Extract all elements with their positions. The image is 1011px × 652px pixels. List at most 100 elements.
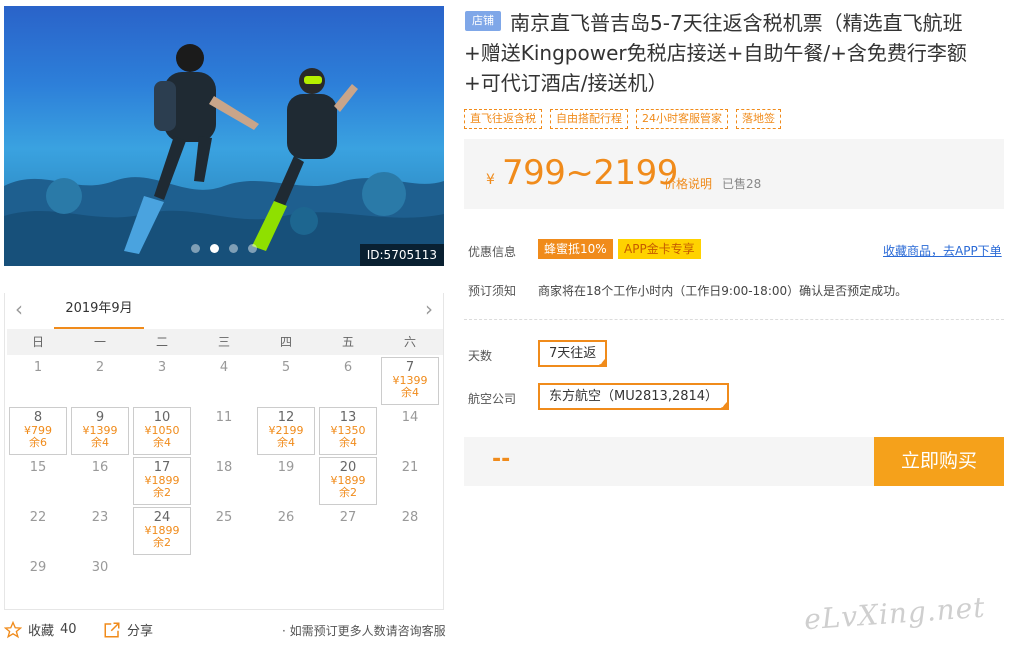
purchase-bar: -- 立即购买 — [464, 437, 1004, 486]
calendar-day-available[interactable]: 9 ¥1399 余4 — [71, 407, 129, 455]
day-number: 6 — [343, 360, 353, 375]
carousel-dot[interactable] — [248, 244, 257, 253]
day-number: 10 — [153, 410, 171, 425]
calendar-day-available[interactable]: 10 ¥1050 余4 — [133, 407, 191, 455]
calendar-day: 2 — [69, 357, 131, 407]
calendar-day-available[interactable]: 8 ¥799 余6 — [9, 407, 67, 455]
day-number: 26 — [277, 510, 295, 525]
day-number: 4 — [219, 360, 229, 375]
chevron-left-icon[interactable]: ‹ — [9, 295, 29, 323]
calendar-day-available[interactable]: 13 ¥1350 余4 — [319, 407, 377, 455]
calendar-day-available[interactable]: 7 ¥1399 余4 — [381, 357, 439, 405]
chevron-right-icon[interactable]: › — [419, 295, 439, 323]
divers-illustration — [124, 44, 358, 254]
calendar-day: 5 — [255, 357, 317, 407]
weekday-label: 日 — [31, 335, 44, 349]
day-number: 28 — [401, 510, 419, 525]
day-number: 2 — [95, 360, 105, 375]
weekday-label: 三 — [217, 335, 230, 349]
day-number: 5 — [281, 360, 291, 375]
notice-label: 预订须知 — [468, 284, 517, 298]
site-watermark: eLvXing.net — [803, 590, 987, 637]
calendar-day-available[interactable]: 24 ¥1899 余2 — [133, 507, 191, 555]
calendar-day: 26 — [255, 507, 317, 557]
day-number: 24 — [153, 510, 171, 525]
day-number: 11 — [215, 410, 233, 425]
price-explanation-link[interactable]: 价格说明 — [664, 175, 712, 192]
buy-now-button[interactable]: 立即购买 — [874, 437, 1004, 486]
promo-badge: 蜂蜜抵10% — [538, 239, 613, 259]
calendar-day: 18 — [193, 457, 255, 507]
calendar-day: 11 — [193, 407, 255, 457]
carousel-dot[interactable] — [229, 244, 238, 253]
favorite-count: 40 — [60, 622, 77, 637]
section-divider — [464, 319, 1004, 320]
price-range: 799~2199 — [502, 153, 678, 193]
calendar-day: 21 — [379, 457, 441, 507]
day-seats-left: 余2 — [153, 536, 171, 549]
days-option-selected[interactable]: 7天往返 ✓ — [538, 340, 608, 367]
favorite-app-link[interactable]: 收藏商品，去APP下单 — [883, 242, 1002, 259]
carousel-dot[interactable] — [191, 244, 200, 253]
weekday-label: 一 — [93, 335, 106, 349]
day-seats-left: 余4 — [339, 436, 357, 449]
day-number: 18 — [215, 460, 233, 475]
day-seats-left: 余4 — [401, 386, 419, 399]
calendar-days: 1 2 3 4 5 6 7 ¥1399 余4 8 ¥799 余6 9 ¥1399 余4 10 ¥1050 余4 11… — [7, 355, 443, 607]
days-label: 天数 — [468, 349, 493, 363]
day-number: 13 — [339, 410, 357, 425]
calendar-day: 30 — [69, 557, 131, 607]
shop-badge[interactable]: 店铺 — [465, 11, 501, 31]
calendar-day: 27 — [317, 507, 379, 557]
calendar-day: 14 — [379, 407, 441, 457]
calendar-day: 15 — [7, 457, 69, 507]
calendar-day-available[interactable]: 12 ¥2199 余4 — [257, 407, 315, 455]
day-number: 15 — [29, 460, 47, 475]
share-label: 分享 — [127, 624, 154, 639]
weekday-label: 六 — [403, 335, 416, 349]
share-icon — [104, 622, 120, 637]
promo-label: 优惠信息 — [468, 245, 517, 259]
day-number: 30 — [91, 560, 109, 575]
sold-count: 已售28 — [722, 177, 762, 191]
calendar-day: 22 — [7, 507, 69, 557]
price-calendar: ‹ 2019年9月 › 日 一 二 三 四 五 六 1 2 3 4 5 6 7 ¥1399 余4… — [4, 293, 444, 610]
consult-note: · 如需预订更多人数请咨询客服 — [282, 624, 446, 638]
airline-option-selected[interactable]: 东方航空（MU2813,2814） ✓ — [538, 383, 730, 410]
day-seats-left: 余2 — [153, 486, 171, 499]
calendar-day: 3 — [131, 357, 193, 407]
share-button[interactable]: 分享 — [103, 620, 153, 639]
feature-tags: 直飞往返含税 自由搭配行程 24小时客服管家 落地签 — [464, 109, 781, 129]
day-seats-left: 余4 — [153, 436, 171, 449]
day-number: 25 — [215, 510, 233, 525]
day-number: 14 — [401, 410, 419, 425]
day-number: 16 — [91, 460, 109, 475]
calendar-weekdays: 日 一 二 三 四 五 六 — [7, 329, 443, 355]
calendar-day: 29 — [7, 557, 69, 607]
feature-tag: 落地签 — [736, 109, 781, 129]
feature-tag: 直飞往返含税 — [464, 109, 542, 129]
calendar-day: 16 — [69, 457, 131, 507]
star-icon — [4, 620, 22, 638]
calendar-month-tab[interactable]: 2019年9月 — [54, 293, 144, 329]
product-photo[interactable]: ID:5705113 — [4, 6, 444, 266]
airline-label: 航空公司 — [468, 392, 517, 406]
weekday-label: 四 — [279, 335, 292, 349]
airline-option-label: 东方航空（MU2813,2814） — [549, 389, 719, 404]
day-number: 1 — [33, 360, 43, 375]
day-seats-left: 余4 — [277, 436, 295, 449]
day-number: 22 — [29, 510, 47, 525]
favorite-button[interactable]: 收藏 40 — [4, 620, 77, 639]
calendar-day: 28 — [379, 507, 441, 557]
day-seats-left: 余4 — [91, 436, 109, 449]
day-number: 21 — [401, 460, 419, 475]
calendar-day-available[interactable]: 20 ¥1899 余2 — [319, 457, 377, 505]
day-number: 9 — [95, 410, 105, 425]
calendar-day: 23 — [69, 507, 131, 557]
calendar-day: 6 — [317, 357, 379, 407]
feature-tag: 24小时客服管家 — [636, 109, 728, 129]
carousel-dot-active[interactable] — [210, 244, 219, 253]
calendar-day-available[interactable]: 17 ¥1899 余2 — [133, 457, 191, 505]
day-number: 8 — [33, 410, 43, 425]
day-number: 7 — [405, 360, 415, 375]
